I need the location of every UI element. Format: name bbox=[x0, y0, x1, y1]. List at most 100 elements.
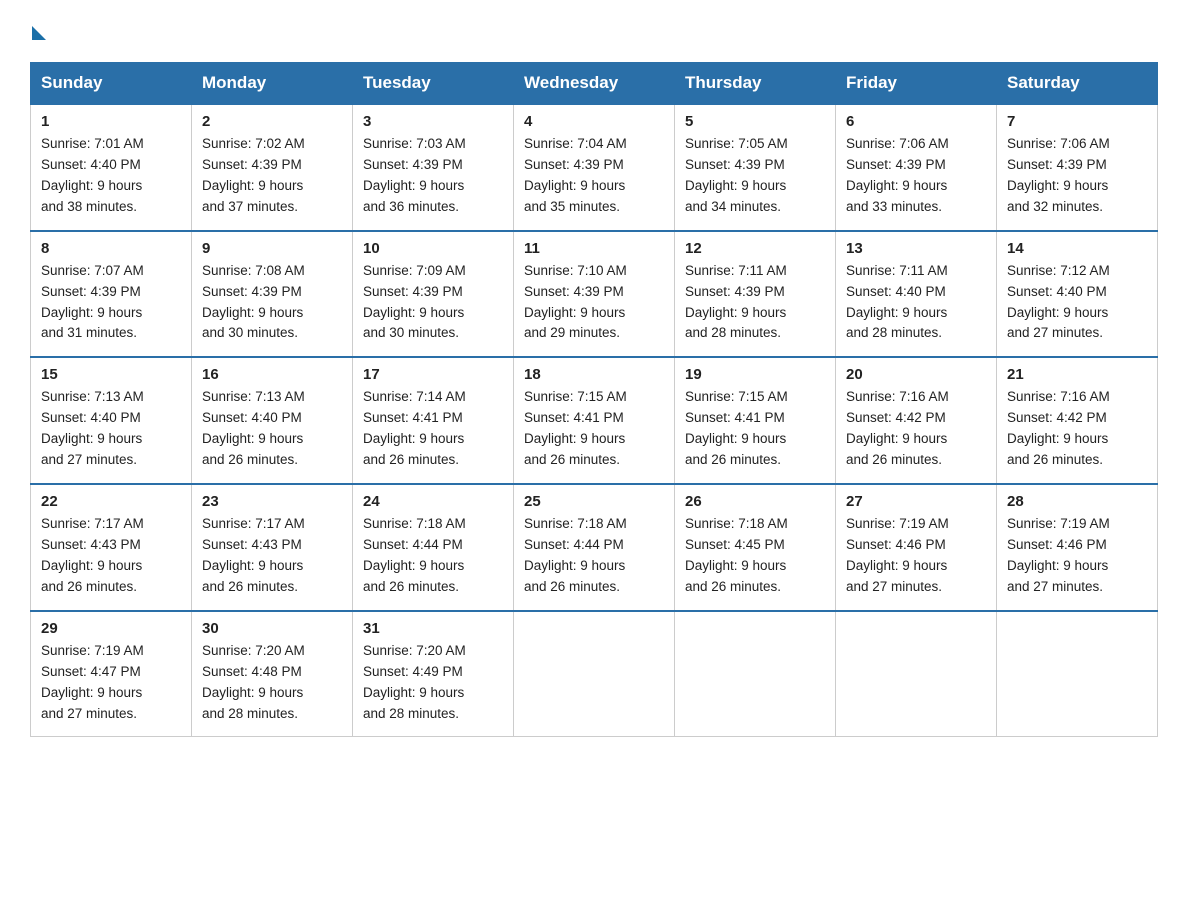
day-cell-3: 3Sunrise: 7:03 AMSunset: 4:39 PMDaylight… bbox=[353, 104, 514, 231]
day-info: Sunrise: 7:06 AMSunset: 4:39 PMDaylight:… bbox=[846, 134, 986, 218]
day-info: Sunrise: 7:02 AMSunset: 4:39 PMDaylight:… bbox=[202, 134, 342, 218]
day-number: 15 bbox=[41, 366, 181, 383]
day-cell-10: 10 Sunrise: 7:09 AMSunset: 4:39 PMDayligh… bbox=[353, 231, 514, 358]
day-header-sunday: Sunday bbox=[31, 63, 192, 105]
day-number: 20 bbox=[846, 366, 986, 383]
day-cell-5: 5 Sunrise: 7:05 AMSunset: 4:39 PMDaylight… bbox=[675, 104, 836, 231]
day-info: Sunrise: 7:17 AMSunset: 4:43 PMDaylight:… bbox=[202, 514, 342, 598]
day-cell-14: 14 Sunrise: 7:12 AMSunset: 4:40 PMDayligh… bbox=[997, 231, 1158, 358]
day-cell-23: 23 Sunrise: 7:17 AMSunset: 4:43 PMDayligh… bbox=[192, 484, 353, 611]
day-cell-21: 21 Sunrise: 7:16 AMSunset: 4:42 PMDayligh… bbox=[997, 357, 1158, 484]
day-info: Sunrise: 7:08 AMSunset: 4:39 PMDaylight:… bbox=[202, 261, 342, 345]
day-number: 24 bbox=[363, 493, 503, 510]
day-number: 31 bbox=[363, 620, 503, 637]
day-cell-31: 31 Sunrise: 7:20 AMSunset: 4:49 PMDayligh… bbox=[353, 611, 514, 737]
week-row-4: 22 Sunrise: 7:17 AMSunset: 4:43 PMDayligh… bbox=[31, 484, 1158, 611]
day-info: Sunrise: 7:19 AMSunset: 4:46 PMDaylight:… bbox=[1007, 514, 1147, 598]
day-cell-28: 28 Sunrise: 7:19 AMSunset: 4:46 PMDayligh… bbox=[997, 484, 1158, 611]
empty-cell bbox=[997, 611, 1158, 737]
day-cell-16: 16 Sunrise: 7:13 AMSunset: 4:40 PMDayligh… bbox=[192, 357, 353, 484]
day-cell-29: 29 Sunrise: 7:19 AMSunset: 4:47 PMDayligh… bbox=[31, 611, 192, 737]
day-number: 23 bbox=[202, 493, 342, 510]
day-number: 30 bbox=[202, 620, 342, 637]
day-cell-6: 6Sunrise: 7:06 AMSunset: 4:39 PMDaylight… bbox=[836, 104, 997, 231]
day-info: Sunrise: 7:10 AMSunset: 4:39 PMDaylight:… bbox=[524, 261, 664, 345]
day-info: Sunrise: 7:12 AMSunset: 4:40 PMDaylight:… bbox=[1007, 261, 1147, 345]
day-number: 21 bbox=[1007, 366, 1147, 383]
day-cell-22: 22 Sunrise: 7:17 AMSunset: 4:43 PMDayligh… bbox=[31, 484, 192, 611]
day-info: Sunrise: 7:15 AMSunset: 4:41 PMDaylight:… bbox=[685, 387, 825, 471]
day-header-thursday: Thursday bbox=[675, 63, 836, 105]
logo-arrow-icon bbox=[32, 26, 46, 40]
week-row-2: 8 Sunrise: 7:07 AMSunset: 4:39 PMDaylight… bbox=[31, 231, 1158, 358]
day-cell-2: 2Sunrise: 7:02 AMSunset: 4:39 PMDaylight… bbox=[192, 104, 353, 231]
day-info: Sunrise: 7:16 AMSunset: 4:42 PMDaylight:… bbox=[1007, 387, 1147, 471]
day-info: Sunrise: 7:14 AMSunset: 4:41 PMDaylight:… bbox=[363, 387, 503, 471]
calendar-table: SundayMondayTuesdayWednesdayThursdayFrid… bbox=[30, 62, 1158, 737]
day-number: 26 bbox=[685, 493, 825, 510]
day-number: 8 bbox=[41, 240, 181, 257]
day-cell-26: 26 Sunrise: 7:18 AMSunset: 4:45 PMDayligh… bbox=[675, 484, 836, 611]
day-info: Sunrise: 7:18 AMSunset: 4:45 PMDaylight:… bbox=[685, 514, 825, 598]
day-info: Sunrise: 7:20 AMSunset: 4:49 PMDaylight:… bbox=[363, 641, 503, 725]
day-info: Sunrise: 7:20 AMSunset: 4:48 PMDaylight:… bbox=[202, 641, 342, 725]
day-number: 16 bbox=[202, 366, 342, 383]
day-number: 9 bbox=[202, 240, 342, 257]
logo-text bbox=[30, 26, 46, 46]
day-number: 12 bbox=[685, 240, 825, 257]
empty-cell bbox=[675, 611, 836, 737]
day-info: Sunrise: 7:09 AMSunset: 4:39 PMDaylight:… bbox=[363, 261, 503, 345]
day-cell-4: 4Sunrise: 7:04 AMSunset: 4:39 PMDaylight… bbox=[514, 104, 675, 231]
day-cell-1: 1 Sunrise: 7:01 AMSunset: 4:40 PMDaylight… bbox=[31, 104, 192, 231]
day-info: Sunrise: 7:07 AMSunset: 4:39 PMDaylight:… bbox=[41, 261, 181, 345]
day-number: 17 bbox=[363, 366, 503, 383]
week-row-5: 29 Sunrise: 7:19 AMSunset: 4:47 PMDayligh… bbox=[31, 611, 1158, 737]
day-number: 28 bbox=[1007, 493, 1147, 510]
day-cell-11: 11Sunrise: 7:10 AMSunset: 4:39 PMDayligh… bbox=[514, 231, 675, 358]
day-info: Sunrise: 7:05 AMSunset: 4:39 PMDaylight:… bbox=[685, 134, 825, 218]
day-cell-30: 30 Sunrise: 7:20 AMSunset: 4:48 PMDayligh… bbox=[192, 611, 353, 737]
day-number: 13 bbox=[846, 240, 986, 257]
day-number: 7 bbox=[1007, 113, 1147, 130]
day-number: 14 bbox=[1007, 240, 1147, 257]
day-cell-12: 12Sunrise: 7:11 AMSunset: 4:39 PMDayligh… bbox=[675, 231, 836, 358]
day-cell-18: 18Sunrise: 7:15 AMSunset: 4:41 PMDayligh… bbox=[514, 357, 675, 484]
day-info: Sunrise: 7:03 AMSunset: 4:39 PMDaylight:… bbox=[363, 134, 503, 218]
day-number: 27 bbox=[846, 493, 986, 510]
day-info: Sunrise: 7:13 AMSunset: 4:40 PMDaylight:… bbox=[202, 387, 342, 471]
day-cell-25: 25Sunrise: 7:18 AMSunset: 4:44 PMDayligh… bbox=[514, 484, 675, 611]
day-cell-13: 13Sunrise: 7:11 AMSunset: 4:40 PMDayligh… bbox=[836, 231, 997, 358]
day-header-saturday: Saturday bbox=[997, 63, 1158, 105]
day-info: Sunrise: 7:19 AMSunset: 4:47 PMDaylight:… bbox=[41, 641, 181, 725]
day-number: 25 bbox=[524, 493, 664, 510]
day-cell-24: 24Sunrise: 7:18 AMSunset: 4:44 PMDayligh… bbox=[353, 484, 514, 611]
day-number: 10 bbox=[363, 240, 503, 257]
page-header bbox=[30, 20, 1158, 46]
empty-cell bbox=[836, 611, 997, 737]
day-number: 29 bbox=[41, 620, 181, 637]
week-row-3: 15 Sunrise: 7:13 AMSunset: 4:40 PMDayligh… bbox=[31, 357, 1158, 484]
day-info: Sunrise: 7:06 AMSunset: 4:39 PMDaylight:… bbox=[1007, 134, 1147, 218]
day-info: Sunrise: 7:17 AMSunset: 4:43 PMDaylight:… bbox=[41, 514, 181, 598]
day-cell-7: 7 Sunrise: 7:06 AMSunset: 4:39 PMDaylight… bbox=[997, 104, 1158, 231]
day-number: 22 bbox=[41, 493, 181, 510]
day-info: Sunrise: 7:19 AMSunset: 4:46 PMDaylight:… bbox=[846, 514, 986, 598]
day-cell-27: 27 Sunrise: 7:19 AMSunset: 4:46 PMDayligh… bbox=[836, 484, 997, 611]
day-number: 1 bbox=[41, 113, 181, 130]
day-cell-20: 20Sunrise: 7:16 AMSunset: 4:42 PMDayligh… bbox=[836, 357, 997, 484]
day-cell-17: 17 Sunrise: 7:14 AMSunset: 4:41 PMDayligh… bbox=[353, 357, 514, 484]
day-cell-15: 15 Sunrise: 7:13 AMSunset: 4:40 PMDayligh… bbox=[31, 357, 192, 484]
day-cell-19: 19Sunrise: 7:15 AMSunset: 4:41 PMDayligh… bbox=[675, 357, 836, 484]
day-info: Sunrise: 7:13 AMSunset: 4:40 PMDaylight:… bbox=[41, 387, 181, 471]
day-cell-8: 8 Sunrise: 7:07 AMSunset: 4:39 PMDaylight… bbox=[31, 231, 192, 358]
day-header-friday: Friday bbox=[836, 63, 997, 105]
day-header-monday: Monday bbox=[192, 63, 353, 105]
day-cell-9: 9 Sunrise: 7:08 AMSunset: 4:39 PMDaylight… bbox=[192, 231, 353, 358]
day-info: Sunrise: 7:15 AMSunset: 4:41 PMDaylight:… bbox=[524, 387, 664, 471]
days-header-row: SundayMondayTuesdayWednesdayThursdayFrid… bbox=[31, 63, 1158, 105]
day-number: 5 bbox=[685, 113, 825, 130]
logo bbox=[30, 26, 46, 46]
day-number: 4 bbox=[524, 113, 664, 130]
week-row-1: 1 Sunrise: 7:01 AMSunset: 4:40 PMDaylight… bbox=[31, 104, 1158, 231]
day-info: Sunrise: 7:01 AMSunset: 4:40 PMDaylight:… bbox=[41, 134, 181, 218]
